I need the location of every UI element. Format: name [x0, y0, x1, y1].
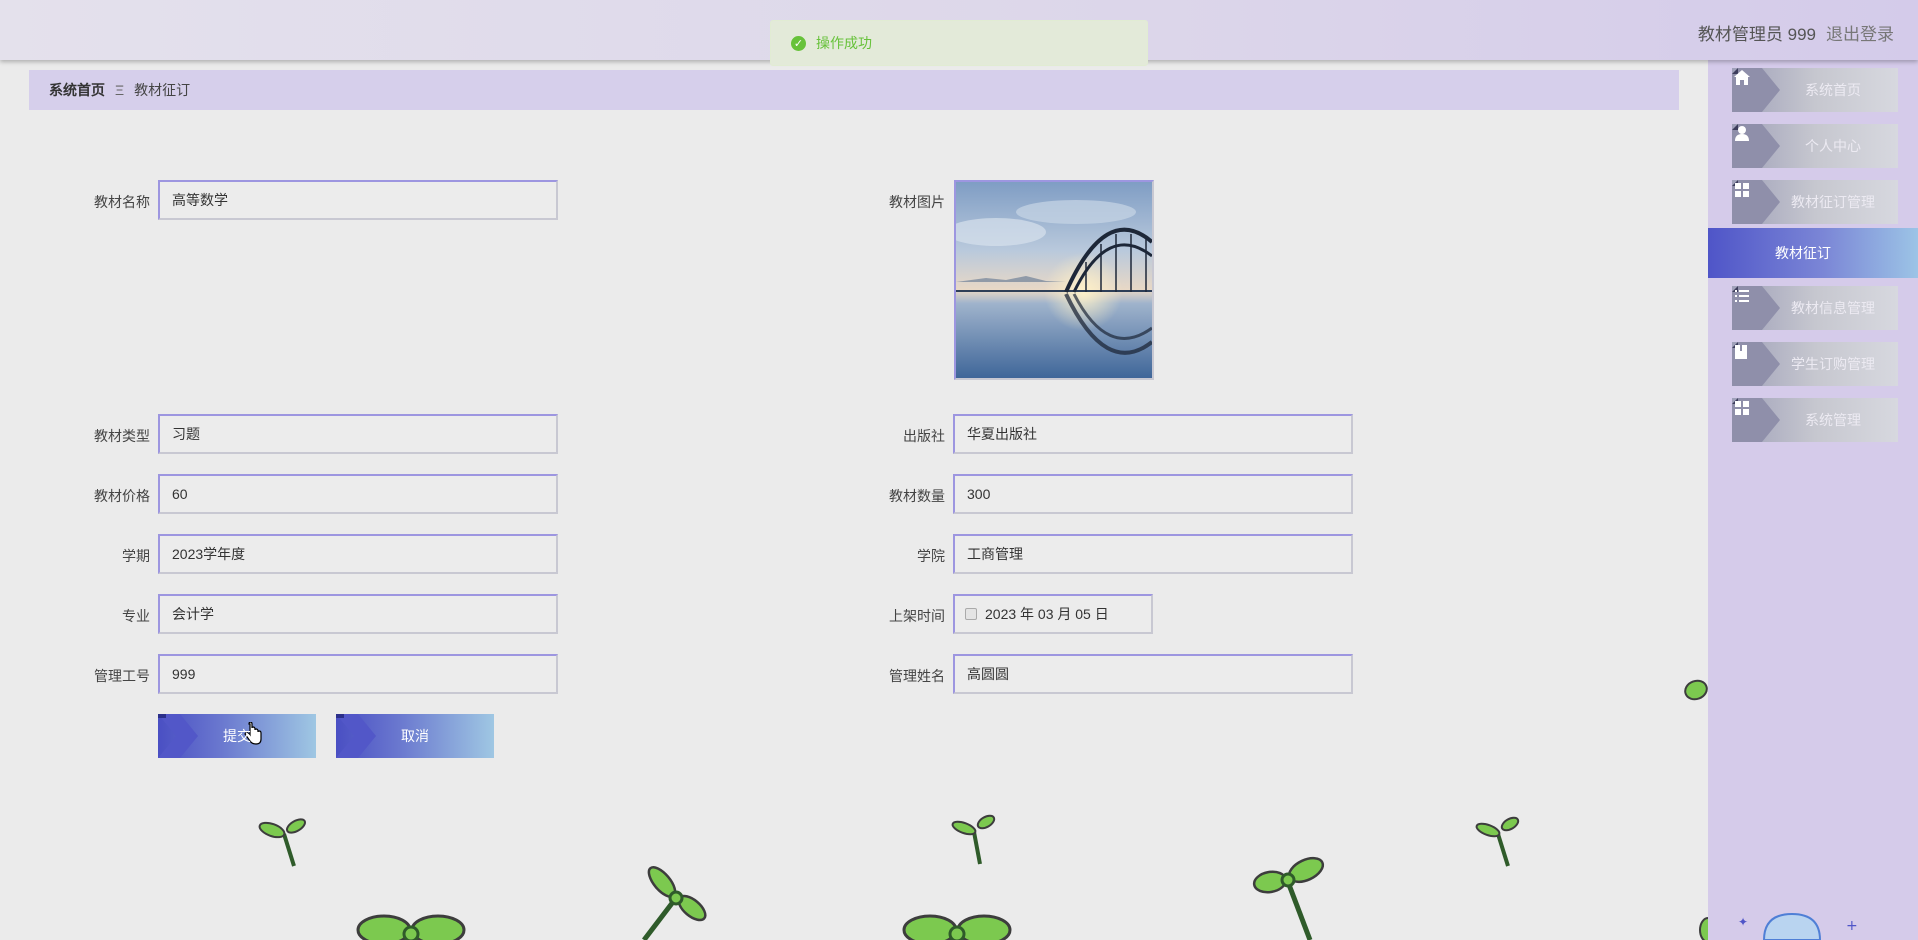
publisher-label: 出版社 [903, 428, 945, 444]
manager-name-input[interactable] [953, 654, 1353, 694]
cancel-button[interactable]: 取消 [336, 714, 494, 758]
major-input[interactable] [158, 594, 558, 634]
submit-button[interactable]: 提交 [158, 714, 316, 758]
cancel-label: 取消 [401, 728, 429, 744]
bridge-photo [956, 182, 1152, 378]
sidebar-item-order-active[interactable]: 教材征订 [1708, 228, 1918, 278]
publisher-input[interactable] [953, 414, 1353, 454]
sidebar-icon-tab [1732, 286, 1780, 330]
sidebar-item-label: 系统首页 [1805, 82, 1861, 98]
sidebar-item-label: 教材信息管理 [1791, 300, 1875, 316]
sidebar-item-info-manage[interactable]: 教材信息管理 [1732, 286, 1898, 330]
sidebar-icon-tab [1732, 398, 1780, 442]
check-circle-icon: ✓ [791, 35, 806, 51]
sidebar-item-label: 学生订购管理 [1791, 356, 1875, 372]
type-label: 教材类型 [94, 428, 150, 444]
image-label: 教材图片 [889, 194, 945, 210]
book-icon [1735, 345, 1747, 359]
user-area: 教材管理员 999 退出登录 [1698, 20, 1894, 45]
list-icon [1735, 290, 1749, 302]
semester-input[interactable] [158, 534, 558, 574]
college-input[interactable] [953, 534, 1353, 574]
shelf-date-picker[interactable]: 2023 年 03 月 05 日 [953, 594, 1153, 634]
price-input[interactable] [158, 474, 558, 514]
propeller-decoration-icon [642, 866, 707, 940]
sidebar-icon-tab [1732, 124, 1780, 168]
manager-id-input[interactable] [158, 654, 558, 694]
sidebar-item-student-order[interactable]: 学生订购管理 [1732, 342, 1898, 386]
sidebar-item-label: 系统管理 [1805, 412, 1861, 428]
user-icon [1735, 126, 1749, 141]
date-value: 2023 年 03 月 05 日 [985, 606, 1109, 622]
svg-text:✦: ✦ [1738, 915, 1748, 929]
svg-text:+: + [1846, 918, 1858, 934]
calendar-icon[interactable] [965, 608, 977, 620]
semester-label: 学期 [122, 548, 150, 564]
breadcrumb-separator: Ξ [115, 82, 125, 98]
home-icon [1734, 70, 1750, 85]
manager-name-label: 管理姓名 [889, 668, 945, 684]
sidebar-item-home[interactable]: 系统首页 [1732, 68, 1898, 112]
textbook-type-input[interactable] [158, 414, 558, 454]
quantity-input[interactable] [953, 474, 1353, 514]
propeller-decoration-icon [902, 914, 1012, 940]
major-label: 专业 [122, 608, 150, 624]
chevron-right-icon [336, 714, 376, 758]
breadcrumb-home[interactable]: 系统首页 [49, 80, 105, 100]
manager-id-label: 管理工号 [94, 668, 150, 684]
sidebar-item-system[interactable]: 系统管理 [1732, 398, 1898, 442]
grid-icon [1735, 183, 1749, 197]
price-label: 教材价格 [94, 488, 150, 504]
propeller-decoration-icon [1252, 856, 1325, 940]
user-name: 教材管理员 999 [1697, 25, 1816, 44]
name-label: 教材名称 [94, 194, 150, 210]
toast-message: 操作成功 [816, 35, 872, 51]
grid-icon [1735, 401, 1749, 415]
propeller-decoration-icon [1684, 679, 1708, 701]
sidebar-icon-tab [1732, 68, 1780, 112]
sidebar-item-label: 个人中心 [1805, 138, 1861, 154]
propeller-decoration-icon [258, 818, 307, 867]
chevron-right-icon [158, 714, 198, 758]
textbook-image[interactable] [954, 180, 1154, 380]
quantity-label: 教材数量 [889, 488, 945, 504]
textbook-name-input[interactable] [158, 180, 558, 220]
breadcrumb: 系统首页 Ξ 教材征订 [29, 70, 1679, 110]
sidebar-icon-tab [1732, 180, 1780, 224]
logout-link[interactable]: 退出登录 [1826, 20, 1894, 45]
sidebar-item-order-manage[interactable]: 教材征订管理 [1732, 180, 1898, 224]
breadcrumb-current: 教材征订 [134, 82, 191, 98]
propeller-decoration-icon [951, 814, 996, 865]
sidebar-icon-tab [1732, 342, 1780, 386]
sidebar-item-label: 教材征订管理 [1791, 194, 1875, 210]
submit-label: 提交 [223, 728, 251, 744]
date-label: 上架时间 [889, 608, 945, 624]
college-label: 学院 [917, 548, 945, 564]
propeller-decoration-icon [356, 914, 466, 940]
propeller-decoration-icon [1475, 816, 1520, 867]
sidebar-item-profile[interactable]: 个人中心 [1732, 124, 1898, 168]
success-toast: ✓ 操作成功 [770, 20, 1148, 66]
sidebar: 系统首页 个人中心 教材征订管理 教材信息管理 学生订购管理 系统管理 ✦ + [1708, 60, 1918, 940]
bubble-decoration-icon: ✦ + [1738, 912, 1858, 940]
